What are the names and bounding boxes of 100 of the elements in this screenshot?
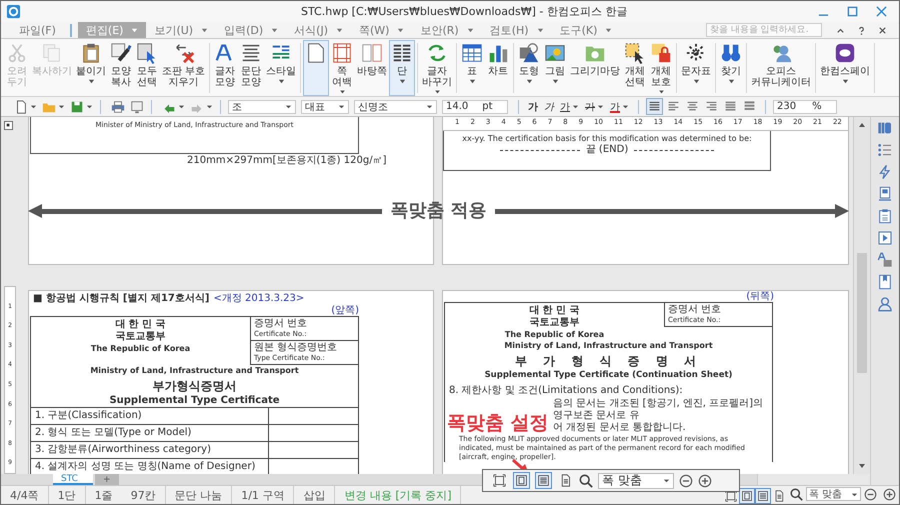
fit-width-icon[interactable]: [755, 488, 771, 504]
window-title: STC.hwp [C:₩Users₩blues₩Downloads₩] - 한컴오피스 한글: [301, 4, 628, 19]
style-select[interactable]: 조: [228, 100, 296, 114]
zoom-select[interactable]: 폭 맞춤: [598, 472, 674, 488]
ribbon-button[interactable]: 쪽 여백: [329, 40, 356, 96]
character-format-button[interactable]: 가: [558, 100, 581, 114]
ribbon-button[interactable]: 단: [389, 40, 416, 96]
list-icon[interactable]: [877, 142, 893, 158]
ribbon-button[interactable]: 그림: [542, 40, 568, 96]
caret-icon: [201, 26, 208, 34]
close-icon[interactable]: [878, 26, 887, 34]
ribbon-button[interactable]: 조판 부호 지우기: [160, 40, 208, 96]
person-icon[interactable]: [877, 296, 893, 312]
ribbon-button[interactable]: 글자 모양: [212, 40, 238, 96]
font-select[interactable]: 신명조: [354, 100, 437, 114]
play-icon[interactable]: [877, 230, 893, 246]
horizontal-scrollbar[interactable]: [757, 474, 870, 485]
caret-icon[interactable]: [206, 103, 213, 110]
ribbon-button[interactable]: 문단 모양: [238, 40, 264, 96]
ribbon-button[interactable]: [303, 40, 330, 96]
search-icon[interactable]: [790, 488, 803, 501]
language-select[interactable]: 대표: [301, 100, 349, 114]
preview-icon[interactable]: [130, 100, 144, 114]
menu-item[interactable]: 도구(K): [552, 22, 620, 38]
menu-item[interactable]: 보기(U): [146, 22, 216, 38]
caret-icon[interactable]: [30, 103, 37, 110]
fit-frame-icon[interactable]: [739, 488, 755, 504]
ribbon-button[interactable]: 그리기마당: [568, 40, 622, 96]
help-icon[interactable]: [857, 26, 866, 34]
menu-item[interactable]: 쪽(W): [351, 22, 412, 38]
caret-icon[interactable]: [86, 103, 93, 110]
zoom-select[interactable]: 폭 맞춤: [806, 487, 861, 501]
caret-icon[interactable]: [178, 103, 185, 110]
ribbon-button[interactable]: 오피스 커뮤니케이터: [749, 40, 814, 96]
zoom-in-icon[interactable]: [698, 474, 712, 488]
books-icon[interactable]: [877, 120, 893, 136]
character-format-button[interactable]: 가: [583, 100, 606, 114]
ribbon-button[interactable]: 개체 선택: [622, 40, 648, 96]
justify-icon[interactable]: [646, 98, 663, 115]
table-cell: 3. 감항분류(Airworthiness category): [31, 442, 269, 458]
search-icon[interactable]: [579, 474, 593, 488]
fit-page-icon[interactable]: [491, 472, 508, 489]
ribbon-button[interactable]: 한컴스페이: [818, 40, 872, 96]
search-field[interactable]: 찾을 내용을 입력하세요.: [706, 23, 822, 37]
character-format-button[interactable]: 가: [608, 100, 631, 114]
paragraph: xx-yy. The certification basis for this modification was determined to be:: [462, 133, 752, 144]
ribbon-button[interactable]: 차트: [485, 40, 512, 96]
caret-icon: [597, 103, 604, 110]
menu-item[interactable]: 입력(D): [216, 22, 286, 38]
ribbon-button[interactable]: 스타일: [264, 40, 298, 96]
ribbon-button[interactable]: 표: [459, 40, 486, 96]
caret-icon: [131, 26, 138, 34]
save-icon[interactable]: [70, 100, 84, 114]
document-tab[interactable]: STC: [53, 474, 93, 485]
character-format-button[interactable]: 가: [542, 100, 556, 114]
print-icon[interactable]: [111, 100, 125, 114]
binoculars-icon: [720, 42, 742, 64]
bookmark-icon[interactable]: [877, 274, 893, 290]
menu-item[interactable]: 보안(R): [412, 22, 482, 38]
ribbon-button[interactable]: 도형: [516, 40, 542, 96]
ribbon-button[interactable]: 찾기: [718, 40, 744, 96]
caret-icon: [526, 78, 533, 85]
table-icon: [461, 42, 484, 64]
menu-item[interactable]: 검토(H): [482, 22, 552, 38]
end-mark: 끝 (END): [586, 144, 628, 156]
maximize-icon[interactable]: [847, 6, 858, 17]
ratio-field[interactable]: 230 %: [773, 100, 837, 114]
ribbon-button[interactable]: 문자표: [679, 40, 714, 96]
caret-icon: [842, 78, 849, 85]
close-icon[interactable]: [876, 6, 887, 17]
menu-item[interactable]: 서식(J): [286, 22, 351, 38]
ribbon-button[interactable]: 바탕쪽: [355, 40, 390, 96]
ribbon-button[interactable]: 모양 복사: [108, 40, 134, 96]
font-size-field[interactable]: 14.0 pt: [442, 100, 508, 114]
lightning-icon[interactable]: [877, 164, 893, 180]
ribbon-button[interactable]: 붙이기: [74, 40, 108, 96]
fit-width-icon[interactable]: [535, 472, 552, 489]
ribbon-button[interactable]: 글자 바꾸기: [420, 40, 454, 96]
paper-size-note: 210mm×297mm[보존용지(1종) 120g/㎡]: [187, 155, 386, 167]
zoom-in-icon[interactable]: [883, 488, 896, 501]
ribbon-button[interactable]: 개체 보호: [648, 40, 674, 96]
vertical-scrollbar[interactable]: [853, 117, 870, 474]
character-format-button[interactable]: 가: [526, 100, 540, 114]
document-tab[interactable]: +: [95, 474, 119, 485]
text-icon[interactable]: [877, 252, 893, 268]
new-document-icon[interactable]: [14, 100, 28, 114]
clipboard-icon[interactable]: [877, 208, 893, 224]
zoom-out-icon[interactable]: [679, 474, 693, 488]
caret-icon: [338, 89, 346, 95]
ribbon-button[interactable]: 모두 선택: [134, 40, 160, 96]
document-icon[interactable]: [877, 186, 893, 202]
menu-item[interactable]: 파일(F): [11, 22, 64, 38]
caret-icon: [658, 89, 665, 95]
scroll-thumb[interactable]: [857, 253, 867, 373]
fit-frame-icon[interactable]: [513, 472, 530, 489]
caret-icon[interactable]: [58, 103, 65, 110]
paragraph-line: 음의 문서는 개조된 [항공기, 엔진, 프로펠러]의 영구보존 문서로 유: [553, 398, 764, 422]
ruler-toggle-icon[interactable]: [4, 121, 13, 130]
zoom-out-icon[interactable]: [864, 488, 877, 501]
chat-icon: [834, 42, 856, 64]
